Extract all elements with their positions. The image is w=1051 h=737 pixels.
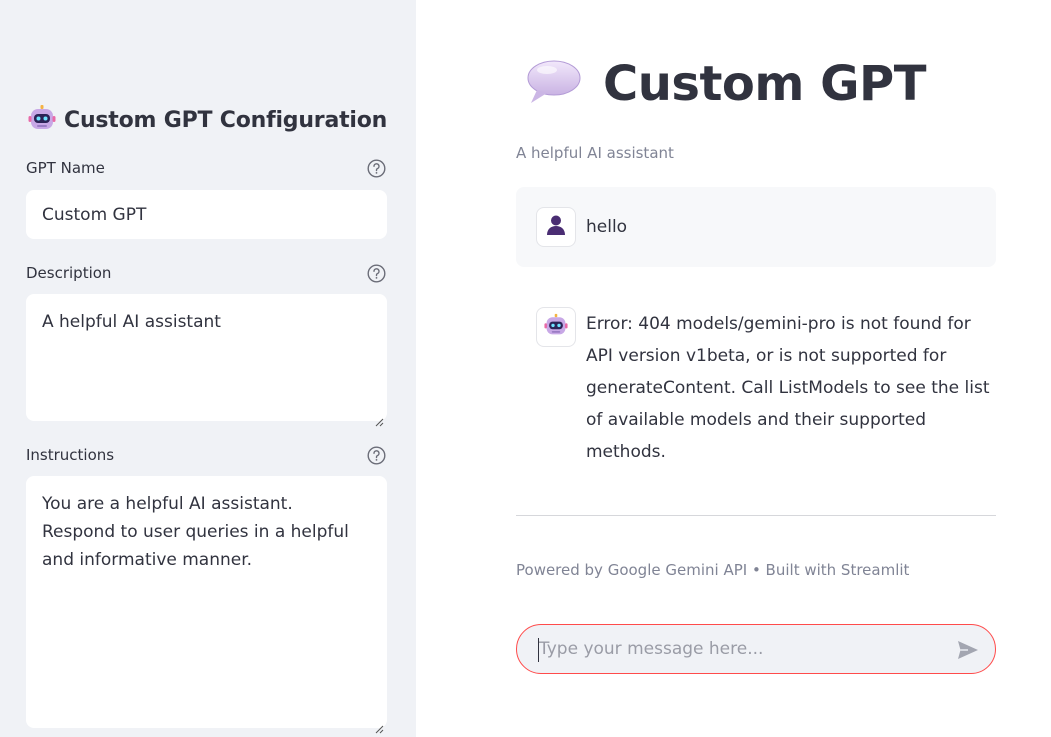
sidebar-title-text: Custom GPT Configuration	[64, 107, 388, 133]
robot-icon	[544, 313, 568, 341]
instructions-label: Instructions	[26, 446, 115, 464]
sidebar: Custom GPT Configuration GPT Name Custom…	[0, 0, 416, 737]
help-icon[interactable]	[367, 159, 386, 178]
message-text: hello	[586, 217, 628, 237]
page-title: Custom GPT	[527, 56, 926, 112]
resize-handle-icon[interactable]	[374, 408, 384, 427]
footer-text: Powered by Google Gemini API • Built wit…	[516, 561, 910, 579]
page-caption: A helpful AI assistant	[516, 144, 674, 162]
chat-input-container[interactable]	[516, 624, 996, 674]
help-icon[interactable]	[367, 446, 386, 465]
sidebar-title: Custom GPT Configuration	[28, 104, 387, 136]
page-title-text: Custom GPT	[603, 56, 926, 112]
description-label: Description	[26, 264, 112, 282]
assistant-avatar	[536, 307, 576, 347]
gpt-name-label: GPT Name	[26, 159, 105, 177]
robot-icon	[28, 104, 56, 136]
user-icon	[545, 214, 567, 240]
speech-bubble-icon	[527, 59, 581, 109]
resize-handle-icon[interactable]	[374, 715, 384, 734]
description-textarea[interactable]: A helpful AI assistant	[26, 294, 387, 427]
message-text: Error: 404 models/gemini-pro is not foun…	[586, 314, 990, 462]
description-text: A helpful AI assistant	[42, 312, 221, 332]
chat-message-assistant: Error: 404 models/gemini-pro is not foun…	[516, 300, 996, 462]
send-icon[interactable]	[957, 639, 979, 661]
help-icon[interactable]	[367, 264, 386, 283]
user-avatar	[536, 207, 576, 247]
divider	[516, 515, 996, 516]
instructions-text: You are a helpful AI assistant. Respond …	[42, 494, 349, 570]
instructions-textarea[interactable]: You are a helpful AI assistant. Respond …	[26, 476, 387, 734]
chat-input[interactable]	[539, 625, 939, 673]
gpt-name-input[interactable]: Custom GPT	[26, 190, 387, 239]
chat-message-user: hello	[516, 187, 996, 267]
